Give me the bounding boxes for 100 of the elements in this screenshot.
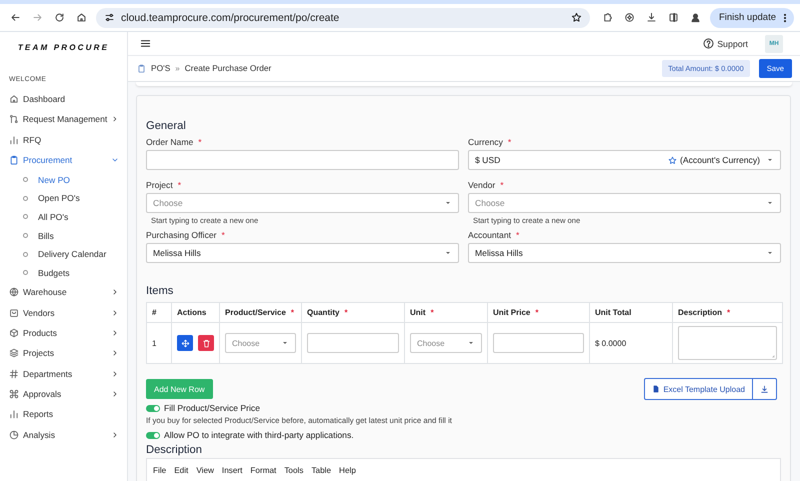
required-mark: * xyxy=(198,137,202,147)
menu-icon[interactable] xyxy=(140,38,151,50)
select-field[interactable]: Melissa Hills xyxy=(146,243,459,263)
tune-icon[interactable] xyxy=(104,12,115,23)
toggle-label: Allow PO to integrate with third-party applications. xyxy=(164,430,354,440)
column-header: # xyxy=(146,302,172,322)
nav-item[interactable]: Approvals xyxy=(0,384,127,404)
column-header: Product/Service * xyxy=(220,302,302,322)
finish-update-button[interactable]: Finish update xyxy=(710,8,794,28)
url-text: cloud.teamprocure.com/procurement/po/create xyxy=(121,12,340,24)
caret-icon xyxy=(766,249,774,257)
help-icon xyxy=(703,38,714,50)
bullet-icon xyxy=(23,252,28,257)
menu-item[interactable]: Insert xyxy=(222,466,242,474)
menu-item[interactable]: File xyxy=(153,466,166,474)
toggle-label: Fill Product/Service Price xyxy=(164,403,260,413)
required-mark: * xyxy=(344,308,348,317)
side-panel-icon[interactable] xyxy=(668,12,679,23)
toggle-switch[interactable] xyxy=(146,404,160,412)
bullet-icon xyxy=(23,233,28,238)
select-field[interactable]: Choose xyxy=(410,333,482,353)
home-icon[interactable] xyxy=(76,12,87,23)
trash-icon xyxy=(202,338,210,348)
bullet-icon xyxy=(23,177,28,182)
delete-button[interactable] xyxy=(198,335,214,351)
nav-item[interactable]: Reports xyxy=(0,404,127,424)
menu-item[interactable]: Table xyxy=(311,466,332,474)
nav-item[interactable]: Procurement xyxy=(0,150,127,170)
address-bar[interactable]: cloud.teamprocure.com/procurement/po/create xyxy=(96,8,590,28)
globe-icon xyxy=(9,287,19,298)
breadcrumb-item: Create Purchase Order xyxy=(184,63,272,74)
required-mark: * xyxy=(727,308,730,317)
column-header: Unit * xyxy=(404,302,488,322)
menu-item[interactable]: Format xyxy=(250,466,276,474)
nav-subitem[interactable]: All PO's xyxy=(38,212,68,222)
input-field[interactable] xyxy=(146,150,459,170)
toggle-switch[interactable] xyxy=(146,432,160,438)
nav-item[interactable]: Vendors xyxy=(0,302,127,323)
nav-item[interactable]: Dashboard xyxy=(0,89,127,110)
nav-subitem[interactable]: Open PO's xyxy=(38,193,80,204)
select-field[interactable]: Choose xyxy=(225,333,296,353)
select-field[interactable]: Choose xyxy=(146,193,459,213)
download-icon[interactable] xyxy=(646,12,657,23)
menu-item[interactable]: Help xyxy=(339,466,356,474)
caret-icon xyxy=(281,339,289,347)
section-title: Items xyxy=(146,285,174,297)
caret-icon xyxy=(766,199,774,207)
branch-icon xyxy=(9,114,19,124)
input-field[interactable] xyxy=(493,333,584,353)
nav-item[interactable]: RFQ xyxy=(0,130,127,150)
menu-item[interactable]: View xyxy=(196,466,214,474)
nav-subitem[interactable]: Budgets xyxy=(38,268,70,278)
field-label: Vendor xyxy=(468,180,496,190)
select-field[interactable]: Melissa Hills xyxy=(468,243,781,263)
nav-subitem[interactable]: Delivery Calendar xyxy=(38,249,106,260)
required-mark: * xyxy=(222,230,225,240)
back-icon[interactable] xyxy=(10,12,21,23)
sparkle-icon[interactable] xyxy=(624,12,635,23)
required-mark: * xyxy=(430,308,434,317)
table-cell: $ 0.0000 xyxy=(590,322,672,364)
nav-item[interactable]: Warehouse xyxy=(0,282,127,303)
support-link[interactable]: Support xyxy=(703,38,748,50)
field-label: Currency xyxy=(468,137,503,147)
caret-icon xyxy=(766,156,774,164)
select-field[interactable]: Choose xyxy=(468,193,781,213)
nav-subitem[interactable]: Bills xyxy=(38,230,54,241)
caret-icon xyxy=(444,249,452,257)
section-title: Description xyxy=(146,444,203,456)
file-icon xyxy=(652,385,660,393)
profile-icon[interactable] xyxy=(690,12,701,23)
nav-item[interactable]: Analysis xyxy=(0,424,127,445)
bullet-icon xyxy=(23,214,28,220)
bar-chart-icon xyxy=(9,409,19,420)
menu-item[interactable]: Tools xyxy=(284,466,304,474)
logo-text: TEAM PROCURE xyxy=(16,42,110,54)
required-mark: * xyxy=(516,230,520,240)
hash-icon xyxy=(9,368,19,379)
star-icon[interactable] xyxy=(570,12,582,23)
column-header: Actions xyxy=(172,302,220,322)
field-label: Purchasing Officer xyxy=(146,230,217,240)
column-header: Unit Total xyxy=(590,302,672,322)
select-field[interactable]: $ USD (Account's Currency) xyxy=(468,150,781,170)
puzzle-icon[interactable] xyxy=(602,12,613,23)
nav-subitem[interactable]: New PO xyxy=(38,174,70,185)
field-label: Project xyxy=(146,180,173,190)
required-mark: * xyxy=(290,308,294,317)
reload-icon[interactable] xyxy=(54,12,65,23)
nav-item[interactable]: Departments xyxy=(0,364,127,384)
table-cell: 1 xyxy=(146,322,172,364)
nav-item[interactable]: Projects xyxy=(0,343,127,364)
breadcrumb-item[interactable]: PO'S xyxy=(151,63,170,74)
column-header: Description * xyxy=(672,302,782,322)
menu-item[interactable]: Edit xyxy=(174,466,188,474)
house-icon xyxy=(9,94,19,104)
nav-item[interactable]: Products xyxy=(0,322,127,344)
move-button[interactable] xyxy=(177,335,193,351)
caret-icon xyxy=(444,199,452,207)
section-title: General xyxy=(146,120,187,132)
nav-item[interactable]: Request Management xyxy=(0,109,127,130)
input-field[interactable] xyxy=(307,333,399,353)
